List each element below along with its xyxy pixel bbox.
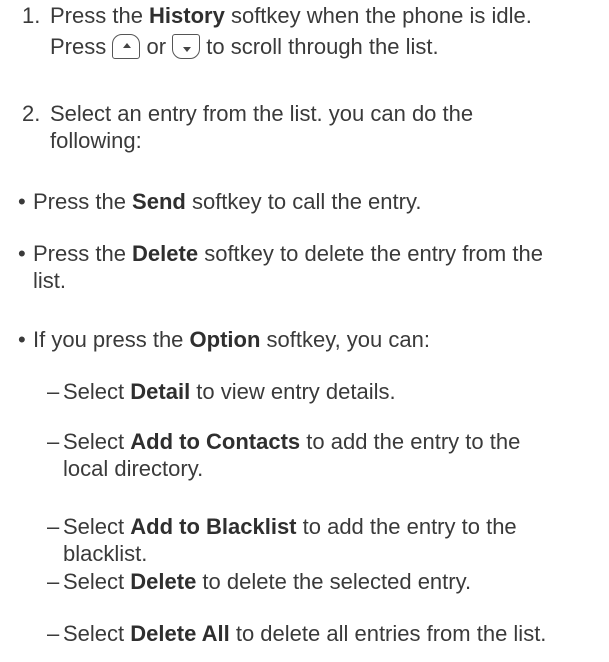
bullet-icon: •	[18, 327, 26, 352]
step-number: 1.	[22, 3, 41, 28]
dash-marker: –	[47, 429, 60, 454]
step-1-line-1: Press the History softkey when the phone…	[50, 3, 532, 28]
step-number: 2.	[22, 101, 41, 126]
bullet-item-send: • Press the Send softkey to call the ent…	[18, 189, 422, 214]
step-1: 1. Press the History softkey when the ph…	[0, 2, 609, 60]
sub-item-add-to-blacklist: – Select Add to Blacklist to add the ent…	[47, 514, 517, 566]
up-arrow-key-icon	[112, 34, 141, 59]
bullet-icon: •	[18, 189, 26, 214]
sub-item-delete-all: – Select Delete All to delete all entrie…	[47, 621, 547, 646]
step-1-line-2: Press or to scroll through the list.	[50, 34, 439, 59]
sub-item-add-to-contacts: – Select Add to Contacts to add the entr…	[47, 429, 521, 481]
sub-item-delete: – Select Delete to delete the selected e…	[47, 569, 472, 594]
dash-marker: –	[47, 621, 60, 646]
sub-item-detail: – Select Detail to view entry details.	[47, 379, 396, 404]
history-softkey-label: History	[149, 3, 225, 28]
bullet-item-delete: • Press the Delete softkey to delete the…	[18, 241, 543, 293]
dash-marker: –	[47, 569, 60, 594]
dash-marker: –	[47, 379, 60, 404]
bullet-item-option: • If you press the Option softkey, you c…	[18, 327, 430, 352]
dash-marker: –	[47, 514, 60, 539]
down-arrow-key-icon	[172, 34, 201, 59]
step-2: 2. Select an entry from the list. you ca…	[22, 101, 474, 153]
bullet-icon: •	[18, 241, 26, 266]
document-page: 1. Press the History softkey when the ph…	[0, 0, 609, 662]
